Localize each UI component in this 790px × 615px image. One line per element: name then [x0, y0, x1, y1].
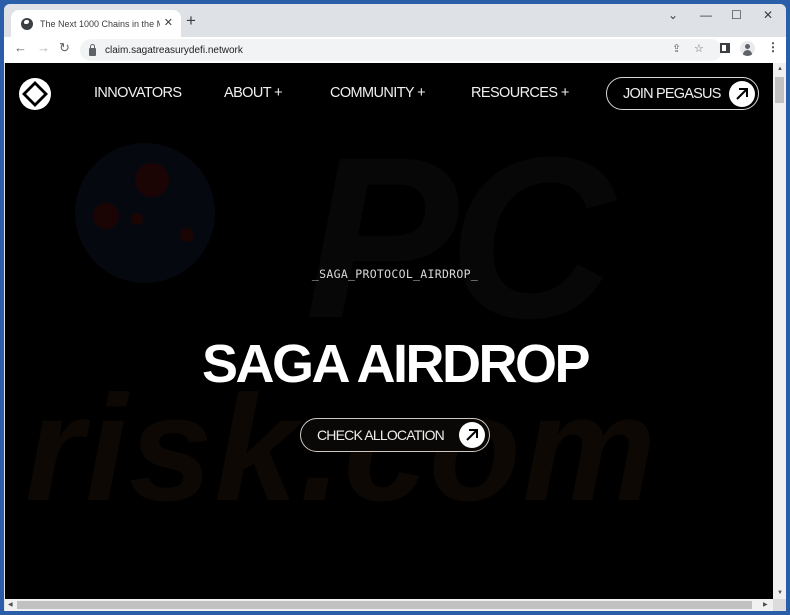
nav-link-about[interactable]: ABOUT + [224, 85, 283, 101]
watermark-pc-text: PC [305, 109, 614, 366]
scroll-up-arrow[interactable]: ▲ [777, 66, 783, 72]
watermark-dot [135, 163, 169, 197]
address-bar[interactable]: claim.sagatreasurydefi.network ⇪ ☆ [80, 39, 722, 61]
maximize-button[interactable]: ☐ [731, 9, 742, 21]
scroll-down-arrow[interactable]: ▼ [777, 590, 783, 596]
check-allocation-label: CHECK ALLOCATION [317, 427, 445, 443]
nav-link-community[interactable]: COMMUNITY + [330, 85, 426, 101]
reload-button[interactable]: ↻ [59, 41, 70, 54]
watermark-dot [180, 228, 194, 242]
nav-link-resources[interactable]: RESOURCES + [471, 85, 569, 101]
vertical-scroll-thumb[interactable] [775, 77, 784, 103]
browser-menu-icon[interactable]: ⋮ [767, 41, 779, 53]
browser-toolbar: ← → ↻ claim.sagatreasurydefi.network ⇪ ☆… [4, 37, 786, 63]
minimize-button[interactable]: — [700, 9, 712, 21]
forward-button[interactable]: → [37, 41, 50, 54]
lock-icon[interactable] [89, 43, 96, 56]
watermark-dot [93, 203, 119, 229]
side-panel-icon[interactable] [720, 43, 730, 53]
tab-search-chevron-icon[interactable]: ⌄ [668, 9, 678, 21]
globe-icon [21, 17, 33, 30]
share-icon[interactable]: ⇪ [672, 44, 681, 55]
horizontal-scrollbar[interactable]: ◀ ▶ [5, 599, 773, 611]
site-logo[interactable] [18, 77, 52, 111]
new-tab-button[interactable]: + [186, 12, 196, 29]
hero-eyebrow: _SAGA_PROTOCOL_AIRDROP_ [311, 267, 479, 281]
watermark-globe [75, 143, 215, 283]
check-allocation-button[interactable]: CHECK ALLOCATION [300, 418, 490, 452]
page-viewport: PC risk.com INNOVATORS ABOUT + COMMUNITY… [5, 63, 773, 599]
scroll-left-arrow[interactable]: ◀ [8, 602, 13, 608]
join-pegasus-button[interactable]: JOIN PEGASUS [606, 77, 759, 110]
tab-strip: The Next 1000 Chains in the Multiverse ✕… [4, 4, 786, 37]
scroll-right-arrow[interactable]: ▶ [763, 602, 768, 608]
join-pegasus-label: JOIN PEGASUS [623, 85, 721, 102]
arrow-up-right-icon [459, 422, 485, 448]
profile-icon[interactable] [740, 41, 755, 56]
hero-title: SAGA AIRDROP [201, 334, 591, 394]
browser-tab-active[interactable]: The Next 1000 Chains in the Multiverse ✕ [11, 10, 181, 37]
scrollbar-corner [773, 599, 786, 611]
browser-window: The Next 1000 Chains in the Multiverse ✕… [4, 4, 786, 611]
nav-link-innovators[interactable]: INNOVATORS [94, 85, 182, 101]
tab-title: The Next 1000 Chains in the Multiverse [40, 18, 160, 29]
bookmark-star-icon[interactable]: ☆ [694, 44, 704, 55]
watermark-dot [131, 213, 143, 225]
tab-close-icon[interactable]: ✕ [164, 18, 173, 29]
url-text[interactable]: claim.sagatreasurydefi.network [105, 45, 243, 56]
vertical-scrollbar[interactable]: ▲ ▼ [773, 63, 786, 599]
close-window-button[interactable]: ✕ [763, 9, 773, 21]
back-button[interactable]: ← [14, 41, 27, 54]
horizontal-scroll-thumb[interactable] [17, 601, 752, 609]
arrow-up-right-icon [729, 81, 755, 107]
